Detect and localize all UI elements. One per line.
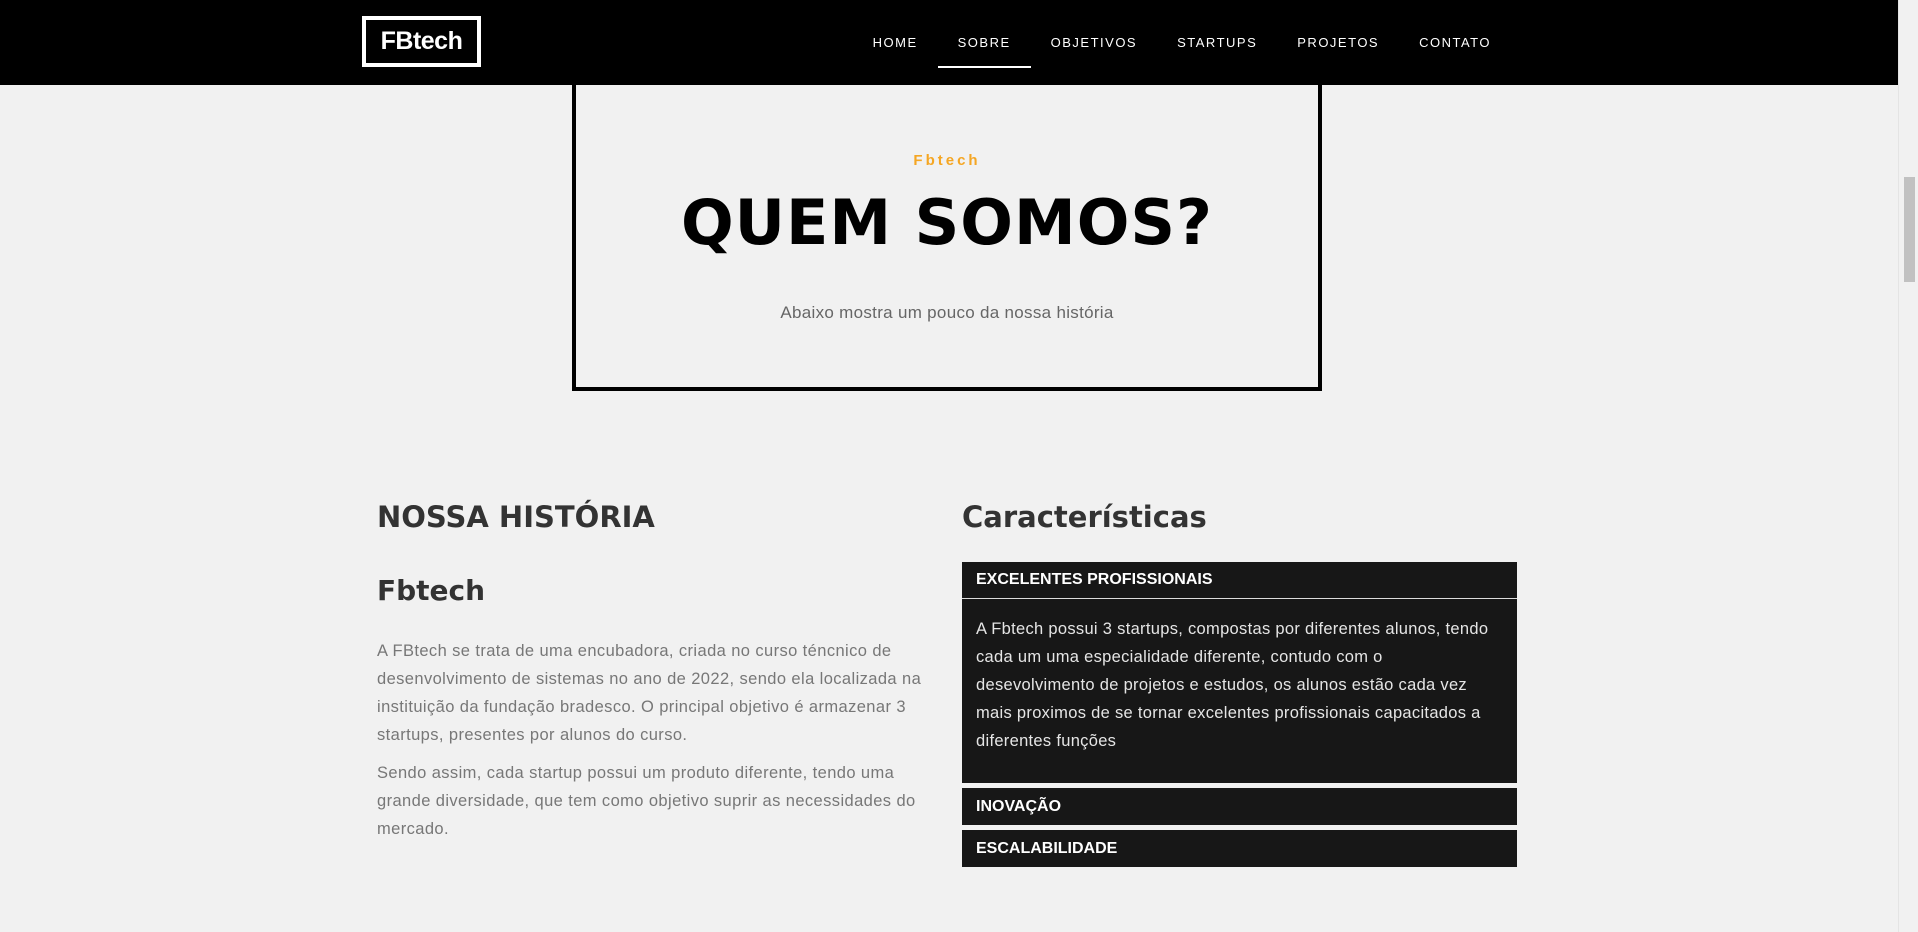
hero-box: Fbtech QUEM SOMOS? Abaixo mostra um pouc… <box>572 60 1322 391</box>
hero-kicker: Fbtech <box>913 152 981 169</box>
features-section: Características EXCELENTES PROFISSIONAIS… <box>962 500 1517 872</box>
accordion-item: EXCELENTES PROFISSIONAIS A Fbtech possui… <box>962 562 1517 783</box>
hero-subtitle: Abaixo mostra um pouco da nossa história <box>780 303 1114 322</box>
history-heading: NOSSA HISTÓRIA <box>377 500 655 534</box>
nav-link-objetivos[interactable]: OBJETIVOS <box>1031 0 1157 85</box>
logo[interactable]: FBtech <box>362 16 481 67</box>
nav-link-startups[interactable]: STARTUPS <box>1157 0 1277 85</box>
navbar: FBtech HOME SOBRE OBJETIVOS STARTUPS PRO… <box>0 0 1898 85</box>
accordion-item: ESCALABILIDADE <box>962 830 1517 867</box>
history-section: NOSSA HISTÓRIA Fbtech A FBtech se trata … <box>377 500 927 843</box>
nav-menu: HOME SOBRE OBJETIVOS STARTUPS PROJETOS C… <box>853 0 1511 85</box>
accordion-header-escalabilidade[interactable]: ESCALABILIDADE <box>962 830 1517 867</box>
history-paragraph: A FBtech se trata de uma encubadora, cri… <box>377 642 922 744</box>
page-scrollbar[interactable] <box>1898 0 1918 932</box>
history-subheading: Fbtech <box>377 574 486 607</box>
scrollbar-thumb[interactable] <box>1904 177 1915 282</box>
nav-link-home[interactable]: HOME <box>853 0 938 85</box>
history-paragraph: Sendo assim, cada startup possui um prod… <box>377 764 916 838</box>
accordion-header-profissionais[interactable]: EXCELENTES PROFISSIONAIS <box>962 562 1517 599</box>
accordion-header-inovacao[interactable]: INOVAÇÃO <box>962 788 1517 825</box>
page: FBtech HOME SOBRE OBJETIVOS STARTUPS PRO… <box>0 0 1918 932</box>
nav-link-projetos[interactable]: PROJETOS <box>1277 0 1399 85</box>
hero-title: QUEM SOMOS? <box>680 186 1214 259</box>
features-accordion: EXCELENTES PROFISSIONAIS A Fbtech possui… <box>962 562 1517 867</box>
accordion-item: INOVAÇÃO <box>962 788 1517 825</box>
features-heading: Características <box>962 500 1207 534</box>
accordion-body: A Fbtech possui 3 startups, compostas po… <box>976 620 1489 750</box>
nav-link-sobre[interactable]: SOBRE <box>937 0 1031 85</box>
nav-link-contato[interactable]: CONTATO <box>1399 0 1511 85</box>
